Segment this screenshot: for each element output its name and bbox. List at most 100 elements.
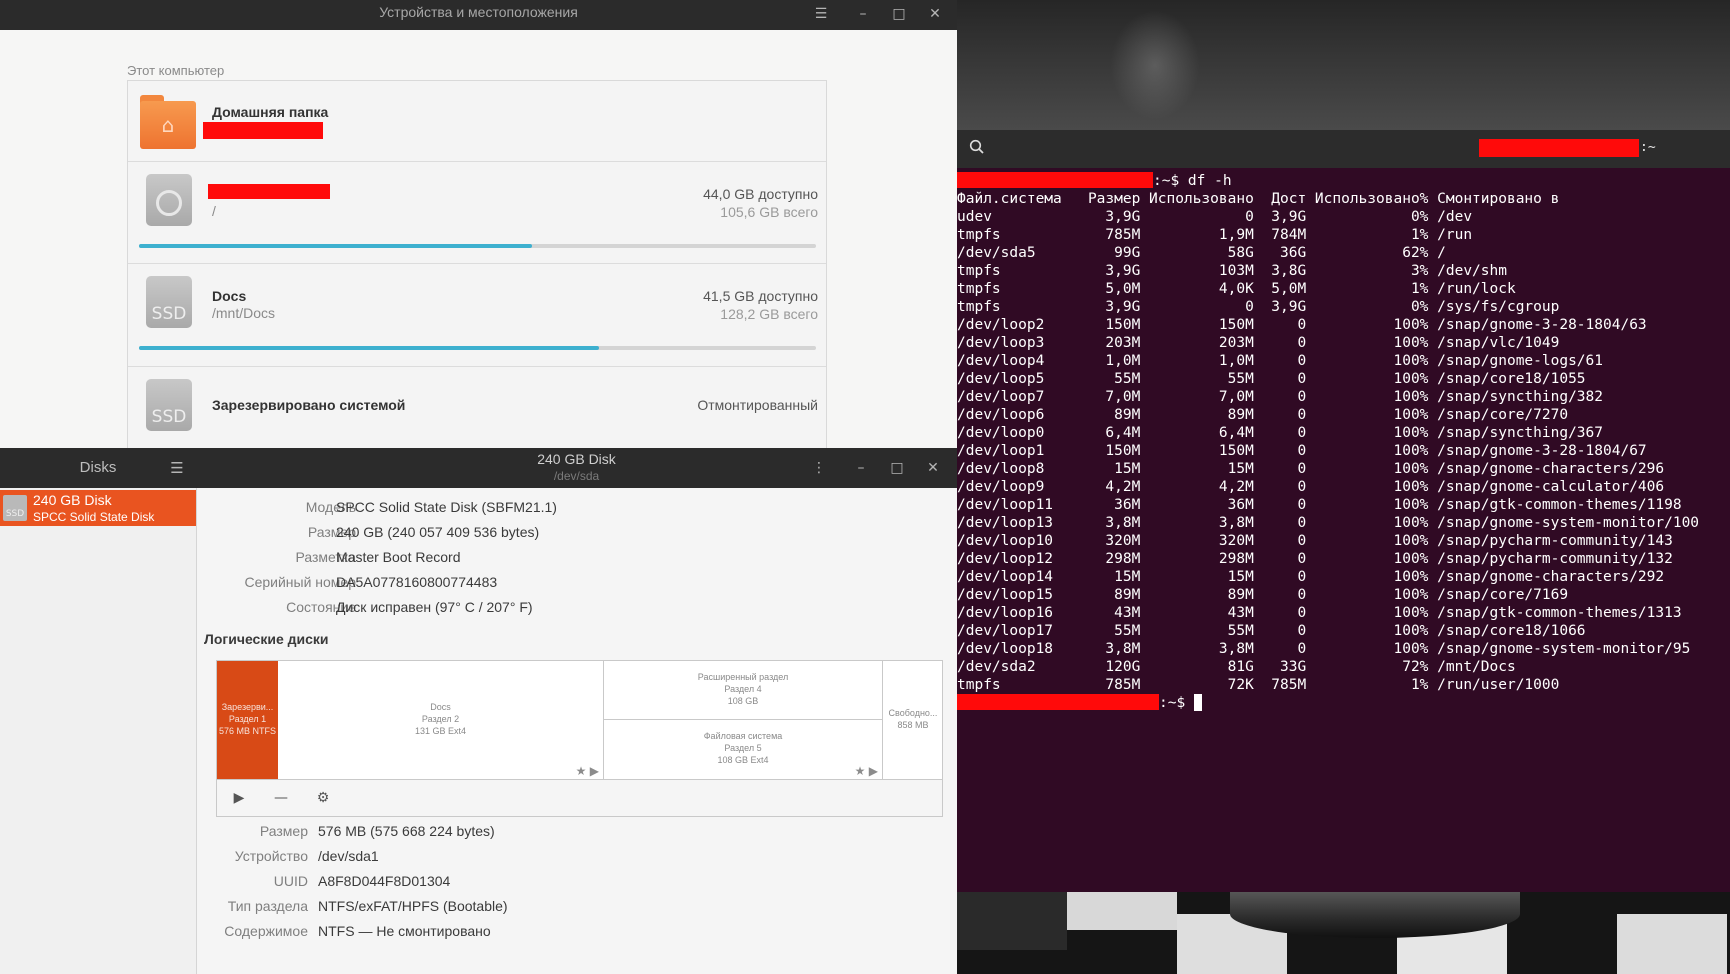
prop-value-size: 240 GB (240 057 409 536 bytes)	[336, 524, 540, 540]
prop-value-uuid: A8F8D044F8D01304	[318, 873, 451, 889]
volumes-map: Зарезерви... Раздел 1 576 MB NTFS Docs Р…	[216, 660, 943, 780]
df-row: /dev/loop17 55M 55M 0 100% /snap/core18/…	[957, 623, 1586, 639]
prop-label-partitioning: Разметка	[295, 549, 357, 565]
segment-size: 576 MB NTFS	[218, 726, 276, 736]
hamburger-menu-icon[interactable]: ☰	[808, 2, 834, 26]
terminal-window[interactable]: :~ :~$ df -h Файл.система Размер Использо…	[957, 130, 1730, 892]
files-window: Устройства и местоположения ☰ – □ ✕ Этот…	[0, 0, 957, 448]
terminal-headerbar[interactable]: :~	[957, 130, 1730, 168]
drive-menu-icon[interactable]: ⋮	[806, 456, 832, 480]
place-name: Домашняя папка	[212, 104, 329, 120]
disk-model: SPCC Solid State Disk	[33, 510, 155, 524]
segment-number: Раздел 4	[724, 684, 762, 694]
command-line: :~$ df -h	[957, 172, 1232, 190]
place-path: /	[212, 203, 216, 219]
redaction-bar	[957, 172, 1153, 188]
df-row: /dev/loop8 15M 15M 0 100% /snap/gnome-ch…	[957, 461, 1665, 477]
df-row: /dev/loop18 3,8M 3,8M 0 100% /snap/gnome…	[957, 641, 1691, 657]
mount-play-icon[interactable]: ▶	[225, 786, 253, 810]
df-row: /dev/loop14 15M 15M 0 100% /snap/gnome-c…	[957, 569, 1665, 585]
df-row: tmpfs 3,9G 103M 3,8G 3% /dev/shm	[957, 263, 1507, 279]
close-button[interactable]: ✕	[922, 2, 948, 26]
minimize-button[interactable]: –	[850, 2, 876, 26]
usage-bar	[139, 244, 816, 248]
maximize-button[interactable]: □	[884, 456, 910, 480]
partition-1-segment[interactable]: Зарезерви... Раздел 1 576 MB NTFS	[217, 661, 278, 779]
prop-label-size: Размер	[307, 524, 356, 540]
disks-titlebar[interactable]: Disks ☰ 240 GB Disk /dev/sda ⋮ – □ ✕	[0, 448, 957, 488]
df-row: /dev/loop11 36M 36M 0 100% /snap/gtk-com…	[957, 497, 1682, 513]
files-titlebar[interactable]: Устройства и местоположения ☰ – □ ✕	[0, 0, 957, 30]
prop-value-partitioning: Master Boot Record	[336, 549, 461, 565]
place-path: /mnt/Docs	[212, 305, 276, 321]
window-title: 240 GB Disk	[537, 451, 616, 467]
df-row: /dev/loop6 89M 89M 0 100% /snap/core/727…	[957, 407, 1569, 423]
mounted-star-icon: ★ ▶	[575, 764, 599, 778]
disk-list-item[interactable]: SSD 240 GB Disk SPCC Solid State Disk	[0, 490, 196, 526]
ssd-icon: SSD	[3, 495, 27, 521]
segment-label: Зарезерви...	[221, 702, 274, 712]
segment-size: 108 GB Ext4	[717, 755, 769, 765]
ssd-icon: SSD	[146, 379, 192, 431]
partition-5-segment[interactable]: Файловая система Раздел 5 108 GB Ext4 ★ …	[604, 720, 883, 779]
prop-value-status: Диск исправен (97° C / 207° F)	[336, 599, 533, 615]
search-icon[interactable]	[969, 139, 989, 159]
segment-label: Docs	[430, 702, 451, 712]
df-row: /dev/sda5 99G 58G 36G 62% /	[957, 245, 1446, 261]
prop-label-partition-type: Тип раздела	[227, 898, 308, 914]
disks-window: Disks ☰ 240 GB Disk /dev/sda ⋮ – □ ✕ SSD…	[0, 448, 957, 974]
segment-number: Раздел 2	[421, 714, 460, 724]
df-row: /dev/loop4 1,0M 1,0M 0 100% /snap/gnome-…	[957, 353, 1604, 369]
sidebar-menu-icon[interactable]: ☰	[164, 456, 190, 480]
section-label: Этот компьютер	[127, 63, 225, 78]
delete-partition-icon[interactable]: —	[267, 786, 295, 810]
prop-label-model: Модель	[305, 499, 356, 515]
place-row-home[interactable]: ⌂ Домашняя папка	[128, 81, 826, 162]
partition-2-segment[interactable]: Docs Раздел 2 131 GB Ext4 ★ ▶	[278, 661, 604, 779]
terminal-output[interactable]: :~$ df -h Файл.система Размер Использован…	[957, 172, 1730, 892]
prompt-line: :~$	[957, 694, 1202, 712]
prop-value-volume-size: 576 MB (575 668 224 bytes)	[318, 823, 495, 839]
df-row: /dev/loop12 298M 298M 0 100% /snap/pycha…	[957, 551, 1673, 567]
prompt-text: :~$	[1159, 695, 1194, 711]
disks-sidebar: SSD 240 GB Disk SPCC Solid State Disk	[0, 488, 197, 974]
disk-name: 240 GB Disk	[33, 492, 112, 508]
places-list: ⌂ Домашняя папка / 44,0 GB доступно 105,…	[127, 80, 827, 448]
place-row-root[interactable]: / 44,0 GB доступно 105,6 GB всего	[128, 162, 826, 264]
usage-bar	[139, 346, 816, 350]
df-row: /dev/sda2 120G 81G 33G 72% /mnt/Docs	[957, 659, 1516, 675]
place-row-reserved[interactable]: SSD Зарезервировано системой Отмонтирова…	[128, 367, 826, 448]
prop-label-volume-size: Размер	[259, 823, 308, 839]
gears-icon[interactable]: ⚙	[309, 786, 337, 810]
prop-label-uuid: UUID	[273, 873, 308, 889]
df-row: /dev/loop1 150M 150M 0 100% /snap/gnome-…	[957, 443, 1647, 459]
place-total: 105,6 GB всего	[720, 204, 818, 220]
redaction-bar	[208, 184, 330, 199]
segment-label: Файловая система	[703, 731, 783, 741]
df-row: tmpfs 3,9G 0 3,9G 0% /sys/fs/cgroup	[957, 299, 1560, 315]
free-space-segment[interactable]: Свободно... 858 MB	[883, 661, 943, 779]
disk-icon	[146, 174, 192, 226]
df-row: /dev/loop9 4,2M 4,2M 0 100% /snap/gnome-…	[957, 479, 1665, 495]
text-cursor	[1193, 694, 1202, 711]
segment-number: Раздел 5	[724, 743, 762, 753]
redaction-bar	[203, 122, 323, 139]
df-row: /dev/loop15 89M 89M 0 100% /snap/core/71…	[957, 587, 1569, 603]
close-button[interactable]: ✕	[920, 456, 946, 480]
prop-value-serial: DA5A0778160800774483	[336, 574, 498, 590]
place-available: 44,0 GB доступно	[703, 186, 818, 202]
df-row: /dev/loop5 55M 55M 0 100% /snap/core18/1…	[957, 371, 1586, 387]
df-row: /dev/loop0 6,4M 6,4M 0 100% /snap/syncth…	[957, 425, 1604, 441]
place-row-docs[interactable]: SSD Docs /mnt/Docs 41,5 GB доступно 128,…	[128, 264, 826, 367]
df-row: tmpfs 785M 1,9M 784M 1% /run	[957, 227, 1473, 243]
window-subtitle: /dev/sda	[553, 469, 600, 483]
prop-value-partition-type: NTFS/exFAT/HPFS (Bootable)	[318, 898, 508, 914]
segment-label: Расширенный раздел	[697, 672, 789, 682]
segment-number: Раздел 1	[228, 714, 267, 724]
minimize-button[interactable]: –	[848, 456, 874, 480]
df-header-row: Файл.система Размер Использовано Дост Ис…	[957, 191, 1560, 207]
prop-value-model: SPCC Solid State Disk (SBFM21.1)	[336, 499, 557, 515]
maximize-button[interactable]: □	[886, 2, 912, 26]
place-available: 41,5 GB доступно	[703, 288, 818, 304]
partition-4-segment[interactable]: Расширенный раздел Раздел 4 108 GB	[604, 661, 883, 720]
